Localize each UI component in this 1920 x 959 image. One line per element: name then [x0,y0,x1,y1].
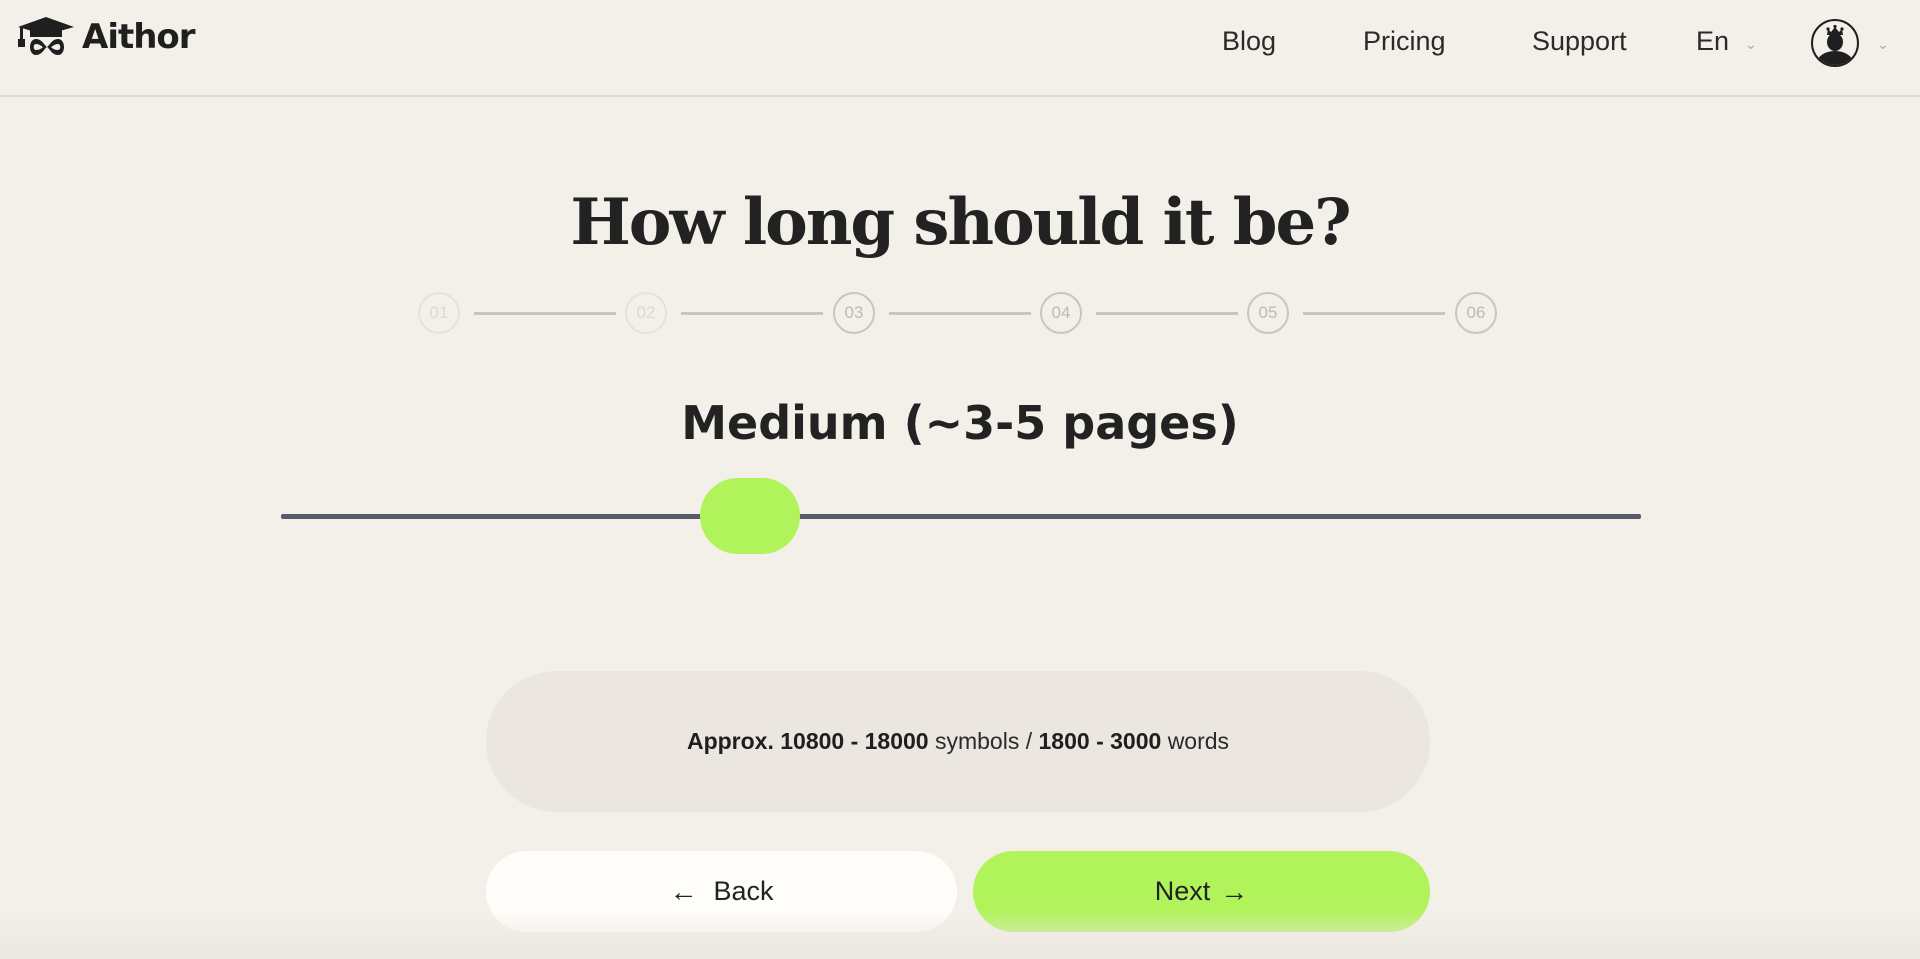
logo-text: Aithor [82,17,196,57]
nav-support[interactable]: Support [1532,26,1627,57]
step-04: 04 [1040,292,1082,334]
slider-thumb[interactable] [700,478,801,554]
words-range: 1800 - 3000 [1038,728,1162,754]
graduation-cap-logo-icon [18,17,74,55]
arrow-left-icon: ← [669,875,698,907]
logo[interactable]: Aithor [14,12,196,62]
user-avatar[interactable] [1811,19,1859,67]
bottom-fade [0,910,1920,959]
nav-pricing[interactable]: Pricing [1363,26,1446,57]
step-connector [681,312,823,315]
length-label: Medium (~3-5 pages) [681,396,1239,450]
length-info-box: Approx. 10800 - 18000 symbols / 1800 - 3… [486,671,1430,812]
language-selector[interactable]: En [1696,26,1729,57]
next-button[interactable]: Next → [973,851,1430,932]
step-connector [474,312,616,315]
step-03: 03 [833,292,875,334]
step-02: 02 [625,292,667,334]
info-prefix: Approx. [686,728,774,754]
chevron-down-icon[interactable]: ⌄ [1877,36,1889,53]
chevron-down-icon[interactable]: ⌄ [1745,36,1757,53]
length-slider[interactable] [281,470,1641,560]
nav-blog[interactable]: Blog [1222,26,1276,57]
crowned-user-icon [1817,24,1853,65]
step-connector [889,312,1031,315]
symbols-range: 10800 - 18000 [780,728,929,754]
arrow-right-icon: → [1220,875,1249,907]
page-title: How long should it be? [570,185,1351,260]
step-05: 05 [1247,292,1289,334]
symbols-unit: symbols / [934,728,1033,754]
back-label: Back [713,876,774,906]
step-06: 06 [1455,292,1497,334]
next-label: Next [1154,876,1211,906]
step-01: 01 [418,292,460,334]
words-unit: words [1167,728,1230,754]
step-connector [1303,312,1445,315]
back-button[interactable]: ← Back [486,851,957,932]
slider-track[interactable] [281,514,1641,519]
top-header: Aithor Blog Pricing Support En ⌄ ⌄ [0,0,1920,97]
step-connector [1096,312,1238,315]
step-progress: 01 02 03 04 05 06 [418,292,1498,334]
